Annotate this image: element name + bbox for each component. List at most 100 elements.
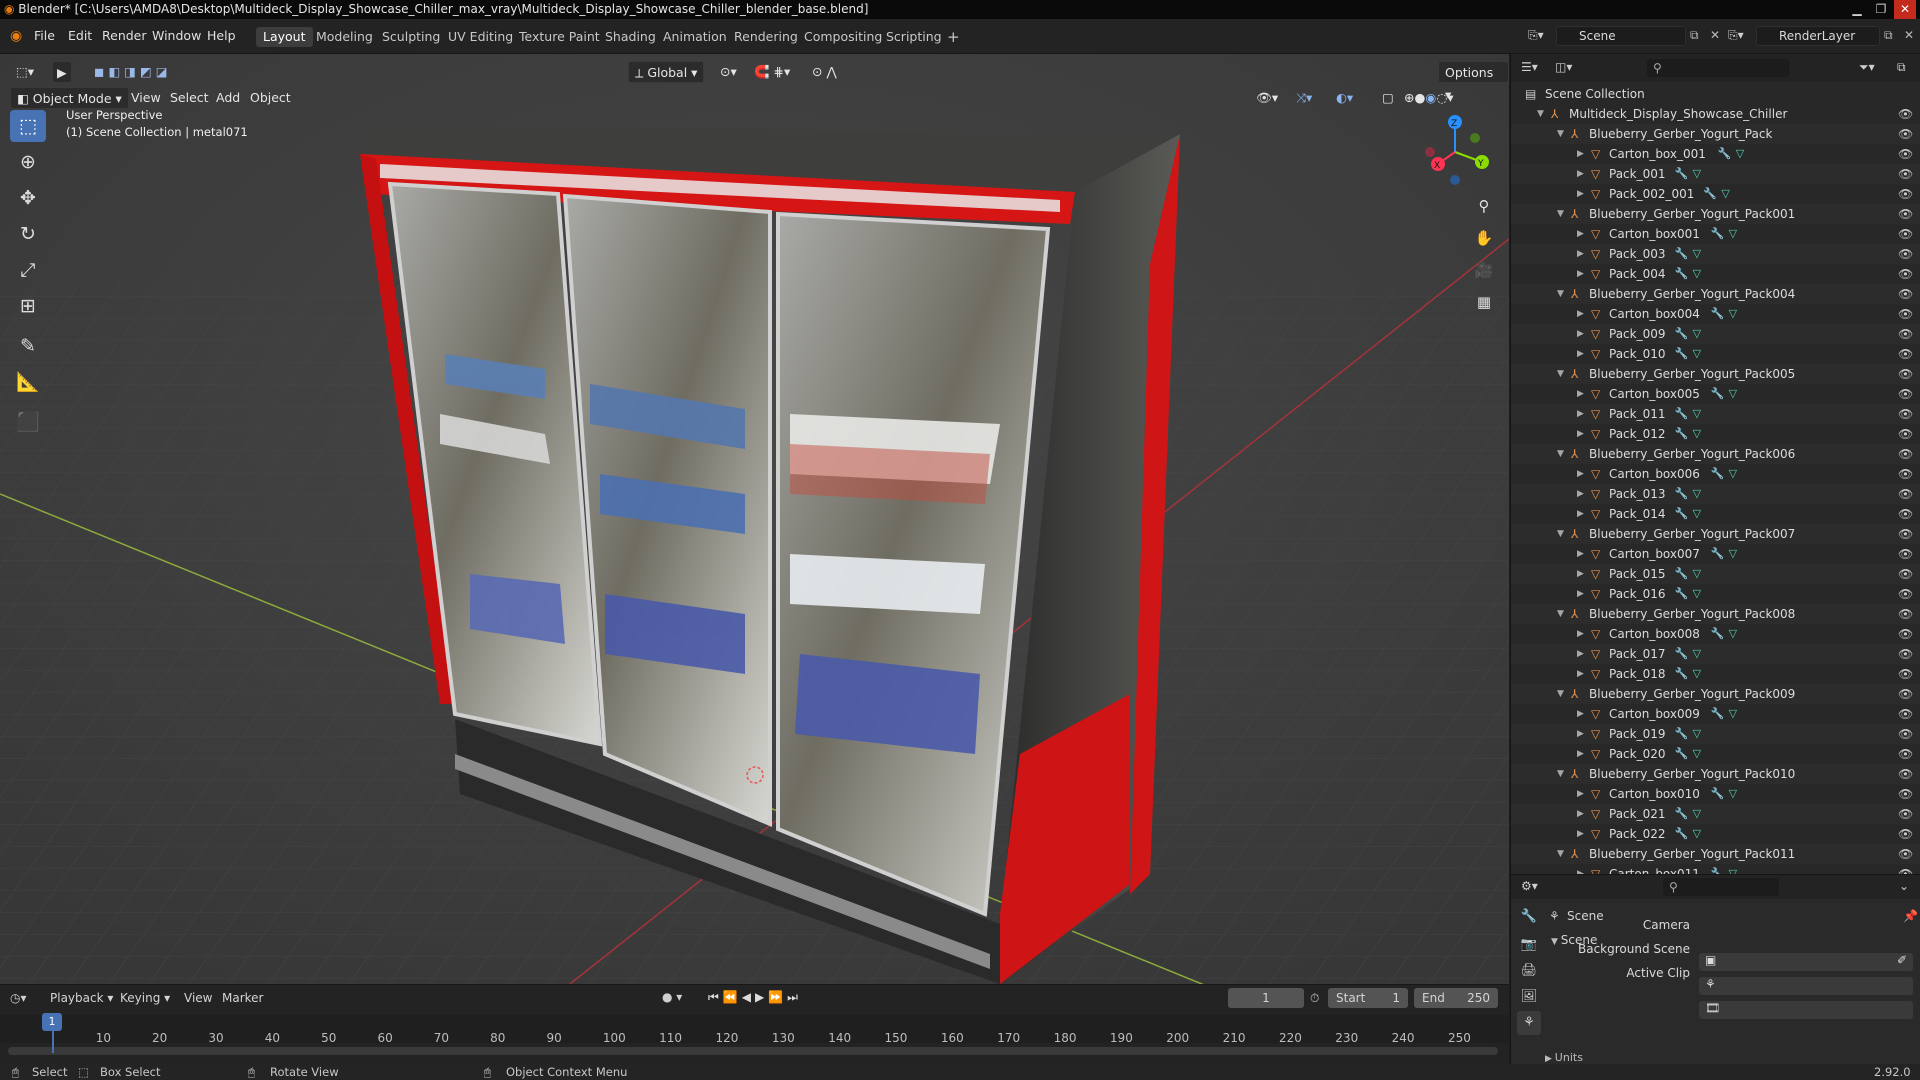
modifier-icon[interactable]: 🔧 xyxy=(1711,224,1725,244)
mesh-data-icon[interactable]: ▽ xyxy=(1729,224,1737,244)
gizmo-toggle-icon[interactable]: ⤨▾ xyxy=(1290,87,1318,109)
snap-icon[interactable]: 🧲 ⋕▾ xyxy=(748,61,796,83)
modifier-icon[interactable]: 🔧 xyxy=(1675,324,1689,344)
expand-arrow-icon[interactable]: ▶ xyxy=(1577,344,1584,364)
modifier-icon[interactable]: 🔧 xyxy=(1711,304,1725,324)
navigation-gizmo[interactable]: Z Y X xyxy=(1420,112,1500,192)
marker-menu[interactable]: Marker xyxy=(222,991,263,1005)
minimize-icon[interactable]: ▁ xyxy=(1846,0,1868,19)
outliner-row[interactable]: ▼ ⅄ Blueberry_Gerber_Yogurt_Pack006 👁 xyxy=(1511,444,1920,464)
playhead[interactable]: 1 xyxy=(42,1013,62,1031)
outliner-row[interactable]: ▶ ▽ Carton_box_001 🔧 ▽ 👁 xyxy=(1511,144,1920,164)
modifier-icon[interactable]: 🔧 xyxy=(1718,144,1732,164)
rotate-tool-icon[interactable]: ↻ xyxy=(10,218,46,250)
visibility-eye-icon[interactable]: 👁 xyxy=(1898,504,1913,524)
delete-renderlayer-icon[interactable]: ✕ xyxy=(1904,28,1914,42)
visibility-eye-icon[interactable]: 👁 xyxy=(1898,584,1913,604)
mesh-data-icon[interactable]: ▽ xyxy=(1729,464,1737,484)
modifier-icon[interactable]: 🔧 xyxy=(1675,824,1689,844)
modifier-icon[interactable]: 🔧 xyxy=(1675,724,1689,744)
timeline-scrollbar[interactable] xyxy=(8,1047,1498,1055)
properties-options-icon[interactable]: ⌄ xyxy=(1899,879,1909,893)
active-clip-field[interactable]: 🎞 xyxy=(1699,1001,1913,1019)
modifier-icon[interactable]: 🔧 xyxy=(1675,804,1689,824)
visibility-eye-icon[interactable]: 👁 xyxy=(1898,204,1913,224)
menu-render[interactable]: Render xyxy=(102,28,147,43)
collapse-arrow-icon[interactable]: ▼ xyxy=(1557,684,1564,704)
outliner-row[interactable]: ▶ ▽ Carton_box001 🔧 ▽ 👁 xyxy=(1511,224,1920,244)
visibility-eye-icon[interactable]: 👁 xyxy=(1898,644,1913,664)
tool-tab-icon[interactable]: 🔧 xyxy=(1517,905,1541,929)
zoom-icon[interactable]: ⚲ xyxy=(1470,192,1498,220)
collapse-arrow-icon[interactable]: ▼ xyxy=(1557,764,1564,784)
visibility-eye-icon[interactable]: 👁 xyxy=(1898,484,1913,504)
properties-editor-type-icon[interactable]: ⚙▾ xyxy=(1521,879,1538,893)
visibility-eye-icon[interactable]: 👁 xyxy=(1898,804,1913,824)
expand-arrow-icon[interactable]: ▶ xyxy=(1577,824,1584,844)
tab-shading[interactable]: Shading xyxy=(598,27,663,47)
outliner-row[interactable]: ▶ ▽ Carton_box005 🔧 ▽ 👁 xyxy=(1511,384,1920,404)
overlay-toggle-icon[interactable]: ◐▾ xyxy=(1330,87,1359,109)
outliner-row[interactable]: ▶ ▽ Pack_009 🔧 ▽ 👁 xyxy=(1511,324,1920,344)
outliner-row[interactable]: ▶ ▽ Pack_020 🔧 ▽ 👁 xyxy=(1511,744,1920,764)
visibility-eye-icon[interactable]: 👁 xyxy=(1898,104,1913,124)
selection-mode-icons[interactable]: ◼ ◧ ◨ ◩ ◪ xyxy=(88,61,174,83)
tab-texture-paint[interactable]: Texture Paint xyxy=(512,27,607,47)
outliner-row[interactable]: ▼ ⅄ Blueberry_Gerber_Yogurt_Pack004 👁 xyxy=(1511,284,1920,304)
outliner-row[interactable]: ▶ ▽ Pack_010 🔧 ▽ 👁 xyxy=(1511,344,1920,364)
display-mode-icon[interactable]: ◫▾ xyxy=(1555,60,1572,74)
mesh-data-icon[interactable]: ▽ xyxy=(1693,504,1701,524)
render-tab-icon[interactable]: 📷 xyxy=(1517,933,1541,957)
outliner-row[interactable]: ▶ ▽ Pack_018 🔧 ▽ 👁 xyxy=(1511,664,1920,684)
outliner-row[interactable]: ▼ ⅄ Blueberry_Gerber_Yogurt_Pack001 👁 xyxy=(1511,204,1920,224)
visibility-eye-icon[interactable]: 👁 xyxy=(1898,224,1913,244)
menu-edit[interactable]: Edit xyxy=(68,28,92,43)
expand-arrow-icon[interactable]: ▶ xyxy=(1577,544,1584,564)
filter-icon[interactable]: ⏷▾ xyxy=(1859,60,1875,75)
expand-arrow-icon[interactable]: ▶ xyxy=(1577,164,1584,184)
mesh-data-icon[interactable]: ▽ xyxy=(1729,624,1737,644)
visibility-eye-icon[interactable]: 👁 xyxy=(1898,464,1913,484)
object-mode-dropdown[interactable]: ◧ Object Mode ▾ xyxy=(10,87,129,109)
collapse-arrow-icon[interactable]: ▼ xyxy=(1557,364,1564,384)
outliner-row[interactable]: ▶ ▽ Pack_021 🔧 ▽ 👁 xyxy=(1511,804,1920,824)
move-tool-icon[interactable]: ✥ xyxy=(10,182,46,214)
renderlayer-field[interactable]: RenderLayer xyxy=(1756,26,1880,46)
outliner-row[interactable]: ▶ ▽ Carton_box010 🔧 ▽ 👁 xyxy=(1511,784,1920,804)
visibility-eye-icon[interactable]: 👁 xyxy=(1898,444,1913,464)
visibility-eye-icon[interactable]: 👁 xyxy=(1898,784,1913,804)
collapse-arrow-icon[interactable]: ▼ xyxy=(1557,524,1564,544)
expand-arrow-icon[interactable]: ▶ xyxy=(1577,404,1584,424)
outliner-scene-collection[interactable]: ▤ Scene Collection xyxy=(1511,84,1920,104)
timeline-view-menu[interactable]: View xyxy=(184,991,212,1005)
tab-compositing[interactable]: Compositing xyxy=(797,27,889,47)
outliner-row[interactable]: ▶ ▽ Pack_014 🔧 ▽ 👁 xyxy=(1511,504,1920,524)
tab-uv-editing[interactable]: UV Editing xyxy=(441,27,520,47)
close-icon[interactable]: ✕ xyxy=(1894,0,1916,19)
tab-scripting[interactable]: Scripting xyxy=(879,27,949,47)
visibility-eye-icon[interactable]: 👁 xyxy=(1898,544,1913,564)
mesh-data-icon[interactable]: ▽ xyxy=(1736,144,1744,164)
modifier-icon[interactable]: 🔧 xyxy=(1675,584,1689,604)
visibility-eye-icon[interactable]: 👁 xyxy=(1898,684,1913,704)
3d-viewport[interactable]: User Perspective (1) Scene Collection | … xyxy=(0,54,1509,984)
shading-mode-icons[interactable]: ⊕●◉◌▾ xyxy=(1398,87,1460,109)
expand-arrow-icon[interactable]: ▶ xyxy=(1577,384,1584,404)
expand-arrow-icon[interactable]: ▶ xyxy=(1577,744,1584,764)
outliner-row[interactable]: ▼ ⅄ Blueberry_Gerber_Yogurt_Pack010 👁 xyxy=(1511,764,1920,784)
expand-arrow-icon[interactable]: ▶ xyxy=(1577,304,1584,324)
scene-field[interactable]: Scene xyxy=(1556,26,1686,46)
visibility-eye-icon[interactable]: 👁 xyxy=(1898,624,1913,644)
visibility-eye-icon[interactable]: 👁 xyxy=(1898,124,1913,144)
modifier-icon[interactable]: 🔧 xyxy=(1675,564,1689,584)
visibility-eye-icon[interactable]: 👁 xyxy=(1898,264,1913,284)
visibility-eye-icon[interactable]: 👁 xyxy=(1898,384,1913,404)
tab-sculpting[interactable]: Sculpting xyxy=(375,27,447,47)
modifier-icon[interactable]: 🔧 xyxy=(1675,504,1689,524)
cursor-tool-icon[interactable]: ⊕ xyxy=(10,146,46,178)
mesh-data-icon[interactable]: ▽ xyxy=(1693,664,1701,684)
modifier-icon[interactable]: 🔧 xyxy=(1711,544,1725,564)
mesh-data-icon[interactable]: ▽ xyxy=(1729,384,1737,404)
delete-scene-icon[interactable]: ✕ xyxy=(1710,28,1720,42)
outliner-row[interactable]: ▶ ▽ Pack_011 🔧 ▽ 👁 xyxy=(1511,404,1920,424)
